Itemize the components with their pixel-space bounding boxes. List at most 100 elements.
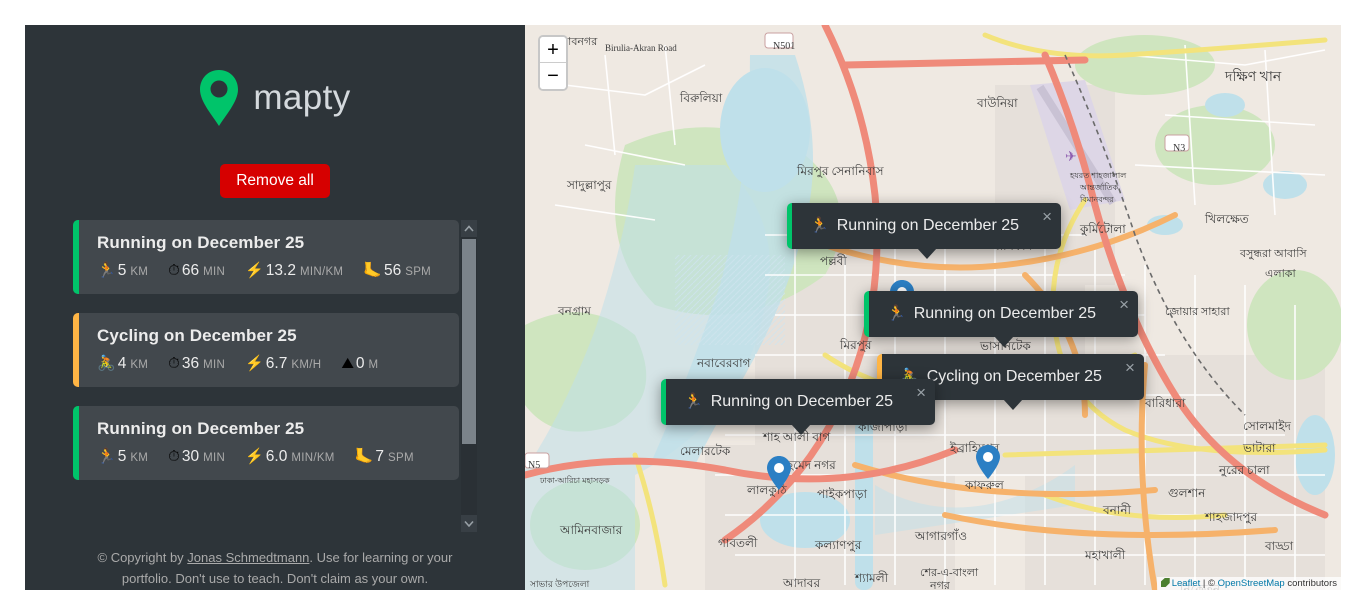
workout-detail: ⏱ 66 min	[168, 262, 225, 280]
detail-value: 7	[375, 448, 384, 466]
workout-detail: ⚡ 6.7 km/h	[245, 355, 321, 373]
map-popup[interactable]: 🏃 Running on December 25 ×	[864, 291, 1139, 347]
detail-value: 13.2	[265, 262, 296, 280]
logo: mapty	[199, 69, 350, 128]
popup-tip	[1002, 399, 1023, 410]
bolt-icon: ⚡	[245, 448, 264, 466]
close-icon[interactable]: ×	[916, 384, 926, 401]
workout-detail: 🚴 4 km	[97, 355, 148, 373]
running-icon: 🏃	[887, 305, 906, 322]
workout-detail: 🦶 7 spm	[355, 448, 414, 466]
running-icon: 🏃	[810, 217, 829, 234]
running-icon: 🏃	[97, 262, 116, 280]
workouts-scrollbar[interactable]	[461, 220, 477, 533]
detail-unit: min/km	[291, 452, 335, 465]
popup-tip	[993, 336, 1014, 347]
workout-item[interactable]: Running on December 25🏃5km⏱66min⚡13.2min…	[73, 220, 459, 295]
detail-unit: km	[130, 452, 149, 465]
workout-detail: ⚡ 6.0 min/km	[245, 448, 335, 466]
workout-detail: 🏃 5 km	[97, 448, 148, 466]
openstreetmap-link[interactable]: OpenStreetMap	[1218, 578, 1285, 589]
mountain-icon: ⛰	[341, 355, 354, 373]
detail-value: 5	[117, 262, 127, 280]
popup-tip	[916, 248, 937, 259]
close-icon[interactable]: ×	[1125, 359, 1135, 376]
attribution-contributors: contributors	[1284, 578, 1337, 589]
remove-all-button[interactable]: Remove all	[220, 163, 330, 199]
detail-unit: m	[368, 359, 379, 372]
map[interactable]: ✈ আফতাবনগর Birulia-Akran Road N501 দক্ষিণ খ…	[525, 25, 1341, 590]
stopwatch-icon: ⏱	[168, 448, 180, 466]
popup-text: Cycling on December 25	[926, 368, 1102, 385]
workout-detail: 🏃 5 km	[97, 262, 148, 280]
detail-value: 4	[117, 355, 127, 373]
location-pin-icon	[200, 70, 239, 127]
copyright-text: © Copyright by Jonas Schmedtmann. Use fo…	[75, 548, 475, 590]
detail-unit: spm	[388, 452, 414, 465]
attribution-separator: |	[1200, 578, 1208, 589]
bolt-icon: ⚡	[245, 262, 264, 280]
workout-item[interactable]: Running on December 25 🏃5km ⏱30min ⚡6.0min/…	[73, 406, 459, 481]
map-popup[interactable]: 🏃 Running on December 25 ×	[661, 379, 936, 435]
running-icon: 🏃	[684, 393, 703, 410]
popup-text: Running on December 25	[913, 305, 1097, 322]
workout-detail: ⏱ 36 min	[168, 355, 225, 373]
popup-tip	[790, 424, 811, 435]
workouts-container: Running on December 25🏃5km⏱66min⚡13.2min…	[73, 220, 477, 533]
workouts-list[interactable]: Running on December 25🏃5km⏱66min⚡13.2min…	[73, 220, 477, 532]
detail-value: 6.7	[265, 355, 288, 373]
popup-text: Running on December 25	[836, 217, 1020, 234]
map-marker[interactable]	[975, 444, 1001, 480]
detail-unit: km	[130, 359, 149, 372]
detail-unit: km/h	[291, 359, 322, 372]
close-icon[interactable]: ×	[1042, 208, 1052, 225]
brand-name: mapty	[253, 78, 351, 118]
workout-detail: ⚡ 13.2 min/km	[245, 262, 343, 280]
detail-value: 0	[355, 355, 365, 373]
leaflet-link[interactable]: Leaflet	[1172, 578, 1201, 589]
detail-unit: min	[203, 266, 226, 279]
scrollbar-track[interactable]	[461, 237, 477, 516]
detail-value: 66	[181, 262, 200, 280]
detail-value: 30	[181, 448, 200, 466]
workout-detail: 🦶 56 spm	[363, 262, 431, 280]
scroll-down-arrow-icon[interactable]	[461, 515, 477, 533]
svg-text:✈: ✈	[1065, 148, 1077, 164]
map-marker[interactable]	[766, 455, 792, 491]
zoom-in-button[interactable]: +	[540, 37, 566, 63]
detail-value: 56	[383, 262, 402, 280]
scrollbar-thumb[interactable]	[462, 239, 476, 445]
close-icon[interactable]: ×	[1119, 296, 1129, 313]
workout-title: Cycling on December 25	[97, 326, 297, 346]
workout-item[interactable]: Cycling on December 25 🚴4km ⏱36min ⚡6.7km/h…	[73, 313, 459, 388]
detail-unit: min	[203, 359, 226, 372]
workout-detail: ⏱ 30 min	[168, 448, 225, 466]
zoom-out-button[interactable]: −	[540, 63, 566, 89]
detail-value: 6.0	[265, 448, 288, 466]
map-popup[interactable]: 🏃 Running on December 25 ×	[787, 203, 1062, 259]
detail-unit: min/km	[299, 266, 344, 279]
attribution-copyright: ©	[1208, 578, 1218, 589]
sidebar: mapty Remove all Running on December 25 🏃…	[25, 25, 525, 590]
cycling-icon: 🚴	[97, 355, 116, 373]
detail-unit: spm	[405, 266, 432, 279]
zoom-control[interactable]: + −	[538, 35, 568, 91]
bolt-icon: ⚡	[245, 355, 264, 373]
stopwatch-icon: ⏱	[168, 262, 180, 280]
workout-details: 🚴 4 km ⏱ 36 min ⚡ 6.7 km/h ⛰ 0 m	[97, 355, 441, 373]
detail-value: 36	[181, 355, 200, 373]
stopwatch-icon: ⏱	[168, 355, 180, 373]
author-link[interactable]: Jonas Schmedtmann	[187, 550, 309, 565]
map-attribution: Leaflet | © OpenStreetMap contributors	[1156, 577, 1341, 590]
leaflet-logo-icon	[1160, 578, 1170, 587]
detail-value: 5	[117, 448, 127, 466]
popup-text: Running on December 25	[710, 393, 894, 410]
workout-details: 🏃 5 km ⏱ 66 min ⚡ 13.2 min/km 🦶 56 spm	[97, 262, 441, 280]
workout-details: 🏃 5 km ⏱ 30 min ⚡ 6.0 min/km 🦶 7 spm	[97, 448, 441, 466]
workout-title: Running on December 25	[97, 233, 305, 253]
workout-detail: ⛰ 0 m	[341, 355, 378, 373]
detail-unit: km	[130, 266, 149, 279]
mapty-app: mapty Remove all Running on December 25🏃…	[25, 25, 1341, 590]
foot-icon: 🦶	[363, 262, 382, 280]
scroll-up-arrow-icon[interactable]	[461, 220, 477, 238]
